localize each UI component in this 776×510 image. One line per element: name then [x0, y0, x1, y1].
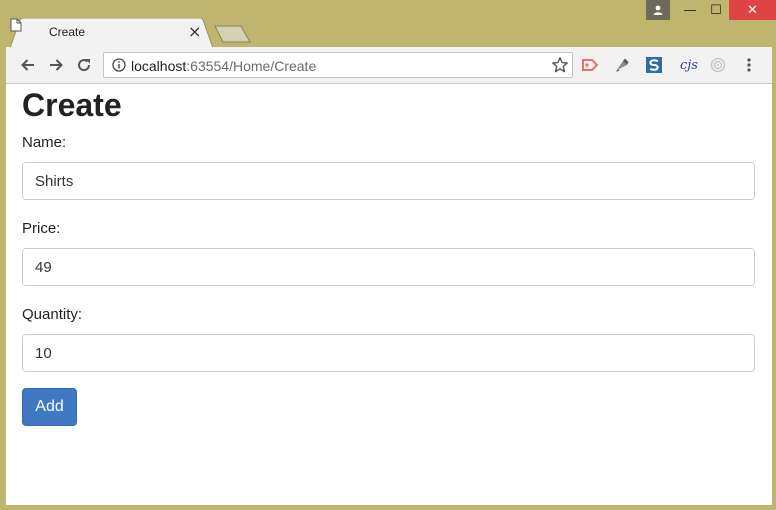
extension-cjs-button[interactable]: cjs	[677, 56, 701, 74]
url-path: :63554/Home/Create	[186, 58, 317, 74]
info-icon[interactable]	[112, 58, 126, 72]
new-tab-button[interactable]	[214, 25, 252, 43]
extension-2-button[interactable]	[613, 56, 631, 74]
url-host: localhost	[131, 58, 187, 74]
maximize-button[interactable]: ☐	[703, 0, 729, 20]
close-window-button[interactable]: ✕	[729, 0, 776, 20]
profile-button[interactable]	[646, 0, 670, 20]
forward-button[interactable]	[44, 54, 68, 76]
tab-title: Create	[49, 25, 86, 39]
arrow-right-icon	[50, 59, 63, 71]
tag-arrow-icon	[582, 59, 599, 71]
browser-tab[interactable]: Create ×	[10, 18, 215, 48]
arrow-left-icon	[21, 59, 34, 71]
reload-button[interactable]	[72, 54, 96, 76]
quantity-input[interactable]	[22, 334, 755, 372]
tab-shape	[10, 18, 214, 48]
minimize-button[interactable]: —	[676, 0, 704, 20]
back-button[interactable]	[16, 54, 40, 76]
page-icon	[10, 18, 22, 32]
extension-5-button[interactable]	[709, 56, 727, 74]
extension-1-button[interactable]	[581, 56, 599, 74]
add-button[interactable]: Add	[22, 388, 77, 426]
page-content: Create Name: Price: Quantity: Add	[6, 84, 772, 505]
quantity-label: Quantity:	[22, 306, 83, 323]
url-text[interactable]: localhost:63554/Home/Create	[131, 58, 316, 74]
browser-menu-button[interactable]	[740, 56, 758, 74]
s-logo-icon	[646, 57, 662, 73]
name-label: Name:	[22, 134, 67, 151]
price-input[interactable]	[22, 248, 755, 286]
brush-icon	[616, 58, 629, 72]
reload-icon	[78, 59, 91, 72]
spiral-icon	[710, 57, 726, 73]
tab-close-button[interactable]: ×	[188, 22, 201, 41]
price-label: Price:	[22, 220, 61, 237]
name-input[interactable]	[22, 162, 755, 200]
browser-toolbar: localhost:63554/Home/Create cjs	[6, 47, 772, 84]
bookmark-star-icon[interactable]	[551, 56, 569, 74]
extension-3-button[interactable]	[645, 56, 663, 74]
page-title: Create	[22, 87, 122, 123]
address-bar[interactable]: localhost:63554/Home/Create	[103, 52, 573, 78]
more-vertical-icon	[747, 58, 751, 72]
person-icon	[653, 5, 663, 15]
